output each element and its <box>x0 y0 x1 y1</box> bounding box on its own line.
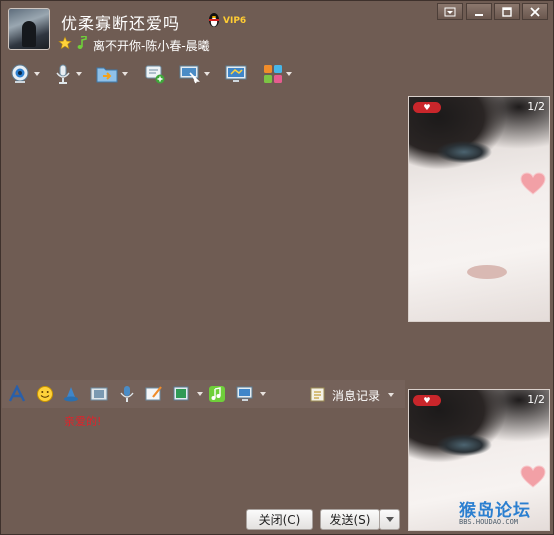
webcam-icon <box>11 64 29 83</box>
maximize-button[interactable] <box>494 3 520 20</box>
input-toolbar: 消息记录 <box>2 380 405 408</box>
history-label: 消息记录 <box>332 388 381 403</box>
filmstrip-icon[interactable] <box>90 385 108 403</box>
tag-badge-icon: ♥ <box>413 395 441 406</box>
message-input-text: 亲爱的! <box>64 415 102 428</box>
contact-show-photo[interactable]: ♥ 1/2 <box>408 96 550 322</box>
music-note-icon[interactable] <box>76 36 88 50</box>
doodle-icon[interactable] <box>145 385 163 403</box>
shake-icon[interactable] <box>62 385 80 403</box>
message-input[interactable]: 亲爱的! <box>2 408 406 503</box>
window-menu-button[interactable] <box>437 3 463 20</box>
monitor-icon <box>225 65 247 82</box>
chat-add-icon <box>145 65 165 84</box>
apps-button[interactable] <box>263 63 292 85</box>
contact-signature[interactable]: 离不开你-陈小春-晨曦 <box>93 37 210 54</box>
video-call-button[interactable] <box>9 63 40 85</box>
tag-badge-icon: ♥ <box>413 102 441 113</box>
photo-counter: 1/2 <box>527 393 545 406</box>
qq-penguin-icon <box>209 13 219 27</box>
minimize-button[interactable] <box>466 3 492 20</box>
voice-message-icon[interactable] <box>118 385 136 403</box>
send-options-button[interactable] <box>379 509 400 530</box>
close-window-button[interactable] <box>522 3 548 20</box>
minimize-icon <box>475 13 483 16</box>
font-icon[interactable] <box>8 385 26 403</box>
photo-counter: 1/2 <box>527 100 545 113</box>
music-icon[interactable] <box>208 385 226 403</box>
watermark-url: BBS.HOUDAO.COM <box>459 518 519 526</box>
voice-call-button[interactable] <box>53 63 82 85</box>
message-history-area[interactable] <box>2 93 406 379</box>
close-icon <box>530 6 540 17</box>
main-toolbar <box>9 59 309 89</box>
share-screen-button[interactable] <box>225 63 247 85</box>
apps-grid-icon <box>264 65 282 83</box>
vip-badge[interactable]: VIP6 <box>223 16 246 26</box>
smiley-icon[interactable] <box>36 385 54 403</box>
microphone-icon <box>56 64 70 84</box>
send-button[interactable]: 发送(S) <box>320 509 380 530</box>
screenshot-icon[interactable] <box>173 385 191 403</box>
forum-watermark: 猴岛论坛 BBS.HOUDAO.COM <box>459 496 553 532</box>
folder-icon <box>96 67 118 83</box>
history-icon <box>310 387 325 402</box>
create-discussion-button[interactable] <box>144 63 166 85</box>
maximize-icon <box>502 6 512 17</box>
message-history-button[interactable]: 消息记录 <box>310 386 395 404</box>
remote-assist-button[interactable] <box>179 63 210 85</box>
screen-share-icon[interactable] <box>236 385 254 403</box>
send-file-button[interactable] <box>95 63 128 85</box>
heart-icon <box>520 465 546 488</box>
chat-window: 优柔寡断还爱吗 VIP6 离不开你-陈小春-晨曦 ♥ 1/2 消息记录 亲爱的!… <box>0 0 554 535</box>
remote-desktop-icon <box>179 65 200 84</box>
close-button[interactable]: 关闭(C) <box>246 509 313 530</box>
chevron-down-icon <box>385 517 394 522</box>
contact-photo-image <box>409 97 549 321</box>
star-icon[interactable] <box>58 36 72 50</box>
heart-icon <box>520 172 546 195</box>
menu-icon <box>444 7 456 16</box>
contact-avatar[interactable] <box>8 8 50 50</box>
contact-nickname[interactable]: 优柔寡断还爱吗 <box>61 10 180 34</box>
